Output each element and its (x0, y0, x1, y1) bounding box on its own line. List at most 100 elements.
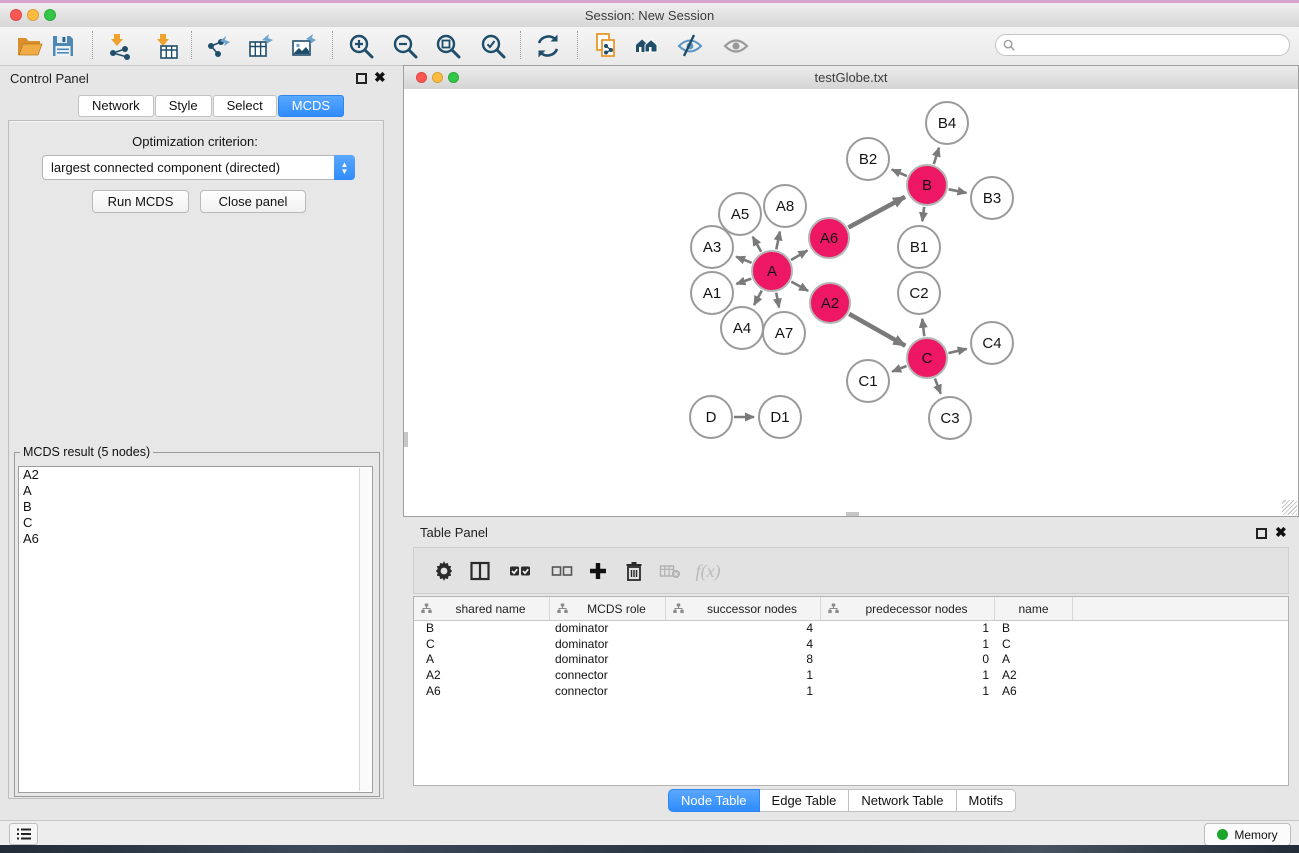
graph-node-A2[interactable]: A2 (810, 283, 850, 323)
deselect-all-columns-icon[interactable] (546, 556, 578, 586)
column-header-predecessor-nodes[interactable]: predecessor nodes (821, 597, 995, 620)
graph-node-B1[interactable]: B1 (898, 226, 940, 268)
close-panel-button[interactable]: Close panel (200, 190, 306, 213)
tab-mcds[interactable]: MCDS (278, 95, 344, 117)
graph-node-B4[interactable]: B4 (926, 102, 968, 144)
show-columns-icon[interactable] (464, 556, 496, 586)
table-cell[interactable]: 1 (666, 684, 821, 700)
graph-node-D[interactable]: D (690, 396, 732, 438)
new-network-copy-icon[interactable] (590, 30, 624, 62)
graph-node-A[interactable]: A (752, 251, 792, 291)
main-titlebar[interactable]: Session: New Session (0, 3, 1299, 28)
mcds-result-item[interactable]: A (19, 483, 372, 499)
import-table-icon[interactable] (149, 30, 183, 62)
table-cell[interactable]: A2 (995, 668, 1073, 684)
zoom-fit-icon[interactable] (431, 30, 465, 62)
delete-column-icon[interactable] (618, 556, 650, 586)
table-panel-close-icon[interactable]: ✖ (1275, 527, 1287, 538)
graph-node-B[interactable]: B (907, 165, 947, 205)
hide-graphics-details-icon[interactable] (673, 30, 707, 62)
table-row[interactable]: Adominator80A (414, 652, 1288, 668)
graph-node-A3[interactable]: A3 (691, 226, 733, 268)
tab-style[interactable]: Style (155, 95, 212, 117)
mcds-result-list[interactable]: A2ABCA6 (18, 466, 373, 793)
graph-node-C1[interactable]: C1 (847, 360, 889, 402)
table-row[interactable]: A2connector11A2 (414, 668, 1288, 684)
table-row[interactable]: Bdominator41B (414, 621, 1288, 637)
network-window-titlebar[interactable]: testGlobe.txt (404, 66, 1298, 90)
mcds-result-item[interactable]: B (19, 499, 372, 515)
network-horizontal-scroll-thumb[interactable] (846, 512, 859, 516)
refresh-icon[interactable] (531, 30, 565, 62)
mcds-result-item[interactable]: A2 (19, 467, 372, 483)
search-input[interactable] (995, 34, 1290, 56)
export-table-icon[interactable] (244, 30, 278, 62)
show-graphics-details-icon[interactable] (719, 30, 753, 62)
graph-node-B2[interactable]: B2 (847, 138, 889, 180)
table-cell[interactable]: 1 (821, 684, 995, 700)
table-cell[interactable]: 1 (821, 637, 995, 653)
tab-motifs[interactable]: Motifs (957, 789, 1017, 812)
open-session-icon[interactable] (13, 30, 47, 62)
graph-node-A1[interactable]: A1 (691, 272, 733, 314)
control-panel-float-icon[interactable] (356, 73, 367, 84)
table-cell[interactable]: 1 (821, 668, 995, 684)
tab-edge-table[interactable]: Edge Table (760, 789, 850, 812)
graph-node-D1[interactable]: D1 (759, 396, 801, 438)
mcds-result-item[interactable]: A6 (19, 531, 372, 547)
table-cell[interactable]: B (414, 621, 550, 637)
graph-node-C4[interactable]: C4 (971, 322, 1013, 364)
network-canvas[interactable]: B4B2BB3B1A5A8A6A3AA1C2A2A4A7C4CC1C3DD1 (404, 89, 1298, 516)
save-session-icon[interactable] (46, 30, 80, 62)
zoom-out-icon[interactable] (388, 30, 422, 62)
graph-node-A7[interactable]: A7 (763, 312, 805, 354)
table-row[interactable]: Cdominator41C (414, 637, 1288, 653)
table-cell[interactable]: dominator (550, 637, 666, 653)
zoom-in-icon[interactable] (344, 30, 378, 62)
delete-table-icon[interactable] (654, 556, 686, 586)
control-panel-close-icon[interactable]: ✖ (374, 72, 386, 83)
column-header-name[interactable]: name (995, 597, 1073, 620)
tab-select[interactable]: Select (213, 95, 277, 117)
graph-node-C[interactable]: C (907, 338, 947, 378)
table-settings-gear-icon[interactable] (428, 556, 460, 586)
table-cell[interactable]: dominator (550, 652, 666, 668)
network-vertical-scroll-thumb[interactable] (404, 432, 408, 447)
node-table[interactable]: shared nameMCDS rolesuccessor nodesprede… (413, 596, 1289, 786)
table-cell[interactable]: C (414, 637, 550, 653)
add-column-icon[interactable] (582, 556, 614, 586)
select-all-columns-icon[interactable] (504, 556, 536, 586)
table-cell[interactable]: A6 (995, 684, 1073, 700)
export-network-icon[interactable] (202, 30, 236, 62)
tab-network[interactable]: Network (78, 95, 154, 117)
table-cell[interactable]: 8 (666, 652, 821, 668)
column-header-MCDS-role[interactable]: MCDS role (550, 597, 666, 620)
tab-network-table[interactable]: Network Table (849, 789, 956, 812)
column-header-successor-nodes[interactable]: successor nodes (666, 597, 821, 620)
table-cell[interactable]: 1 (821, 621, 995, 637)
table-cell[interactable]: A (995, 652, 1073, 668)
table-cell[interactable]: 0 (821, 652, 995, 668)
export-image-icon[interactable] (287, 30, 321, 62)
table-cell[interactable]: A6 (414, 684, 550, 700)
table-cell[interactable]: 4 (666, 621, 821, 637)
task-history-button[interactable] (9, 823, 38, 845)
graph-node-B3[interactable]: B3 (971, 177, 1013, 219)
table-cell[interactable]: 4 (666, 637, 821, 653)
table-cell[interactable]: connector (550, 684, 666, 700)
run-mcds-button[interactable]: Run MCDS (92, 190, 189, 213)
tab-node-table[interactable]: Node Table (668, 789, 760, 812)
mcds-result-scrollbar[interactable] (359, 468, 371, 791)
column-header-shared-name[interactable]: shared name (414, 597, 550, 620)
apply-layout-home-icon[interactable] (630, 30, 664, 62)
graph-node-C2[interactable]: C2 (898, 272, 940, 314)
table-cell[interactable]: A2 (414, 668, 550, 684)
mcds-result-item[interactable]: C (19, 515, 372, 531)
graph-node-A5[interactable]: A5 (719, 193, 761, 235)
graph-node-A6[interactable]: A6 (809, 218, 849, 258)
import-network-icon[interactable] (103, 30, 137, 62)
table-cell[interactable]: B (995, 621, 1073, 637)
criterion-select[interactable]: largest connected component (directed) ▲… (42, 155, 355, 180)
memory-button[interactable]: Memory (1204, 823, 1291, 846)
table-cell[interactable]: 1 (666, 668, 821, 684)
